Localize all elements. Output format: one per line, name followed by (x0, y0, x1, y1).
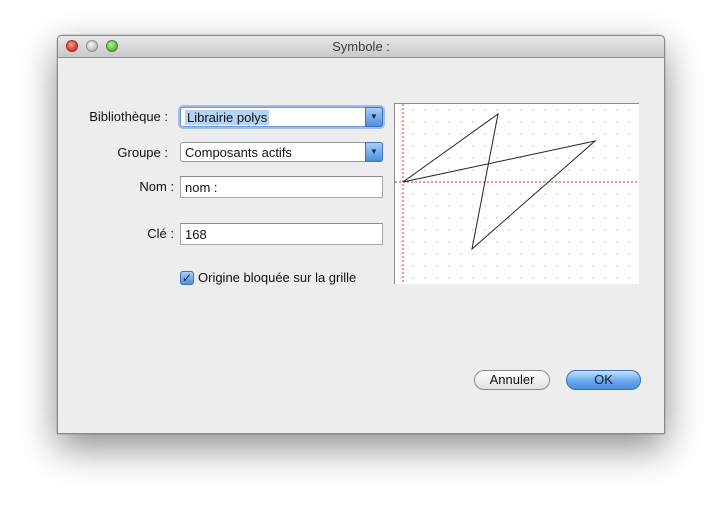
name-label: Nom : (139, 179, 174, 194)
chevron-down-icon[interactable]: ▼ (365, 107, 383, 127)
group-popup-value: Composants actifs (185, 145, 292, 160)
title-bar[interactable]: Symbole : (58, 36, 664, 58)
name-field[interactable]: nom : (180, 176, 383, 198)
group-label: Groupe : (117, 145, 168, 160)
key-field[interactable]: 168 (180, 223, 383, 245)
group-popup[interactable]: Composants actifs ▼ (180, 142, 383, 162)
symbol-preview-svg (395, 104, 639, 284)
checkmark-icon: ✓ (181, 271, 193, 285)
origin-locked-checkbox[interactable]: ✓ (180, 271, 194, 285)
ok-button[interactable]: OK (566, 370, 641, 390)
window-title: Symbole : (332, 39, 390, 54)
origin-locked-label[interactable]: Origine bloquée sur la grille (198, 270, 356, 285)
grid (395, 104, 639, 284)
chevron-down-icon[interactable]: ▼ (365, 142, 383, 162)
cancel-button[interactable]: Annuler (474, 370, 550, 390)
symbol-dialog: Symbole : Bibliothèque : Librairie polys… (57, 35, 665, 434)
symbol-preview-canvas[interactable] (394, 103, 639, 284)
library-label: Bibliothèque : (89, 109, 168, 124)
key-label: Clé : (147, 226, 174, 241)
library-popup-value: Librairie polys (185, 110, 270, 125)
library-popup[interactable]: Librairie polys ▼ (180, 107, 383, 127)
